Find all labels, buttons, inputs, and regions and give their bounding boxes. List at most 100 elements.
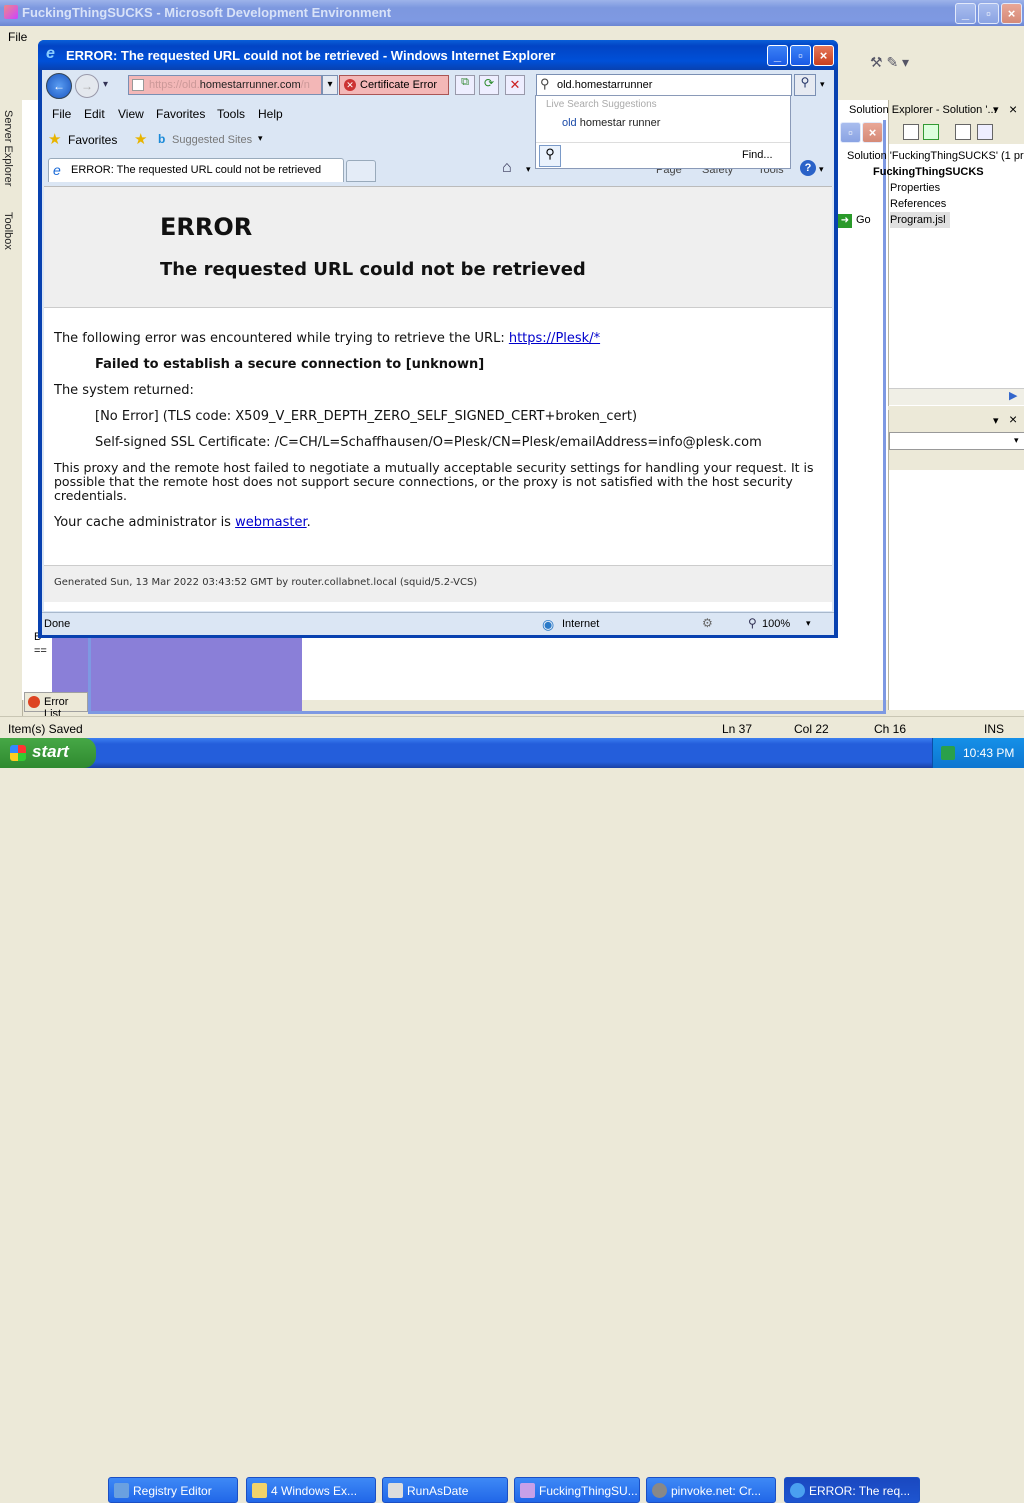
ie-status-bar: Done ◉ Internet ⚙ ⚲ 100% ▾ <box>42 612 834 635</box>
tree-item-program[interactable]: Program.jsl <box>890 212 950 228</box>
refresh-button[interactable]: ⟳ <box>479 75 499 95</box>
menu-edit[interactable]: Edit <box>84 107 105 121</box>
status-message: Item(s) Saved <box>8 722 83 736</box>
add-favorite-icon[interactable]: ★ <box>134 130 147 148</box>
vs-minimize-button[interactable]: _ <box>955 3 976 24</box>
ie-logo-icon: e <box>46 45 55 62</box>
task-windows-explorer[interactable]: 4 Windows Ex... <box>246 1477 376 1503</box>
help-icon[interactable]: ? <box>800 160 816 176</box>
menu-favorites[interactable]: Favorites <box>156 107 205 121</box>
ie-maximize-button[interactable]: ▫ <box>790 45 811 66</box>
forward-button[interactable]: → <box>75 74 99 98</box>
search-input[interactable]: old.homestarrunner <box>557 79 652 91</box>
home-icon[interactable]: ⌂ <box>502 159 512 177</box>
vs-menu-file[interactable]: File <box>8 30 27 44</box>
tab-active[interactable]: e ERROR: The requested URL could not be … <box>48 158 344 182</box>
pinvoke-icon <box>652 1483 667 1498</box>
vs-toolbar-icons[interactable]: ⚒ ✎ ▾ <box>870 54 940 70</box>
menu-file[interactable]: File <box>52 107 71 121</box>
cache-suffix: . <box>306 515 311 530</box>
solution-explorer-panel: Solution Explorer - Solution '... ▾ × So… <box>847 100 1024 406</box>
find-link[interactable]: Find... <box>742 149 773 161</box>
task-ie-error[interactable]: ERROR: The req... <box>784 1477 920 1503</box>
vs-title-bar[interactable]: FuckingThingSUCKS - Microsoft Developmen… <box>0 0 1024 26</box>
ie-minimize-button[interactable]: _ <box>767 45 788 66</box>
error-list-tab[interactable]: Error List <box>24 692 88 720</box>
url-link[interactable]: https://Plesk/* <box>509 331 600 346</box>
history-dropdown-icon[interactable]: ▾ <box>103 79 108 90</box>
pin-icon[interactable]: ▾ <box>993 103 999 116</box>
refresh-icon[interactable] <box>923 124 939 140</box>
inner-close-button[interactable]: × <box>862 122 883 143</box>
output-line: == <box>34 645 47 657</box>
go-button[interactable]: ➜ Go <box>836 212 886 230</box>
new-tab-button[interactable] <box>346 160 376 182</box>
search-box[interactable]: ⚲ old.homestarrunner <box>536 74 792 96</box>
webmaster-link[interactable]: webmaster <box>235 515 307 530</box>
search-provider-icon[interactable]: ⚲ <box>539 145 561 167</box>
system-tray: 10:43 PM <box>932 738 1024 768</box>
task-pinvoke[interactable]: pinvoke.net: Cr... <box>646 1477 776 1503</box>
view-code-icon[interactable] <box>955 124 971 140</box>
scroll-right-icon[interactable]: ▶ <box>1009 389 1017 402</box>
stop-button[interactable]: ✕ <box>505 75 525 95</box>
search-go-button[interactable]: ⚲ <box>794 74 816 96</box>
tree-item-properties[interactable]: Properties <box>890 180 1024 196</box>
zoom-label[interactable]: 100% <box>762 618 790 630</box>
clock[interactable]: 10:43 PM <box>963 746 1014 760</box>
search-options-icon[interactable]: ▾ <box>820 79 825 90</box>
back-button[interactable]: ← <box>46 73 72 99</box>
class-view-icon[interactable] <box>977 124 993 140</box>
page-heading: ERROR <box>160 213 253 241</box>
tray-icon[interactable] <box>941 746 955 760</box>
page-content: ERROR The requested URL could not be ret… <box>44 186 832 611</box>
vs-close-button[interactable]: × <box>1001 3 1022 24</box>
favorites-button[interactable]: ★ Favorites <box>48 130 120 150</box>
favorites-star-icon: ★ <box>48 131 62 148</box>
server-explorer-tab[interactable]: Server Explorer <box>2 110 18 205</box>
task-label: RunAsDate <box>407 1484 469 1498</box>
certificate-error-button[interactable]: ✕ Certificate Error <box>339 75 449 95</box>
footer-box: Generated Sun, 13 Mar 2022 03:43:52 GMT … <box>44 565 832 602</box>
task-registry-editor[interactable]: Registry Editor <box>108 1477 238 1503</box>
taskbar: start Registry Editor 4 Windows Ex... Ru… <box>0 738 1024 1503</box>
system-returned: The system returned: <box>54 383 194 398</box>
windows-logo-icon <box>10 745 26 761</box>
tree-item-solution[interactable]: Solution 'FuckingThingSUCKS' (1 project) <box>847 148 1024 164</box>
combo-arrow-icon: ▾ <box>1014 435 1019 445</box>
properties-close-icon[interactable]: × <box>1009 411 1017 427</box>
properties-pin-icon[interactable]: ▾ <box>993 414 999 427</box>
menu-help[interactable]: Help <box>258 107 283 121</box>
tree-item-references[interactable]: References <box>890 196 1024 212</box>
tls-error: [No Error] (TLS code: X509_V_ERR_DEPTH_Z… <box>95 409 638 424</box>
ie-close-button[interactable]: × <box>813 45 834 66</box>
toolbox-tab[interactable]: Toolbox <box>2 212 18 272</box>
suggest-item[interactable]: old homestar runner <box>562 117 660 129</box>
properties-combo[interactable]: ▾ <box>889 432 1024 450</box>
task-vs[interactable]: FuckingThingSU... <box>514 1477 640 1503</box>
menu-view[interactable]: View <box>118 107 144 121</box>
solution-hscroll[interactable]: ▶ <box>889 388 1024 405</box>
protected-mode-icon[interactable]: ⚙ <box>702 616 713 630</box>
ie-title-bar[interactable]: e ERROR: The requested URL could not be … <box>38 40 838 70</box>
inner-restore-button[interactable]: ▫ <box>840 122 861 143</box>
address-text: https://old.homestarrunner.com/n <box>149 79 310 91</box>
suggested-sites-button[interactable]: b Suggested Sites ▾ <box>158 132 268 150</box>
proxy-text: This proxy and the remote host failed to… <box>54 460 814 503</box>
start-button[interactable]: start <box>0 738 96 768</box>
help-dropdown-icon[interactable]: ▾ <box>819 164 824 175</box>
compat-view-button[interactable]: ⧉ <box>455 75 475 95</box>
task-runasdate[interactable]: RunAsDate <box>382 1477 508 1503</box>
address-bar[interactable]: https://old.homestarrunner.com/n <box>128 75 322 95</box>
address-dropdown-button[interactable]: ▾ <box>322 75 338 95</box>
menu-tools[interactable]: Tools <box>217 107 245 121</box>
task-label: ERROR: The req... <box>809 1484 911 1498</box>
zoom-dropdown-icon[interactable]: ▾ <box>806 618 811 629</box>
properties-icon[interactable] <box>903 124 919 140</box>
home-dropdown-icon[interactable]: ▾ <box>526 164 531 175</box>
zoom-icon[interactable]: ⚲ <box>748 616 757 630</box>
vs-maximize-button[interactable]: ▫ <box>978 3 999 24</box>
go-label: Go <box>856 214 871 226</box>
tree-item-project[interactable]: FuckingThingSUCKS <box>873 164 1024 180</box>
solution-close-icon[interactable]: × <box>1009 101 1017 117</box>
